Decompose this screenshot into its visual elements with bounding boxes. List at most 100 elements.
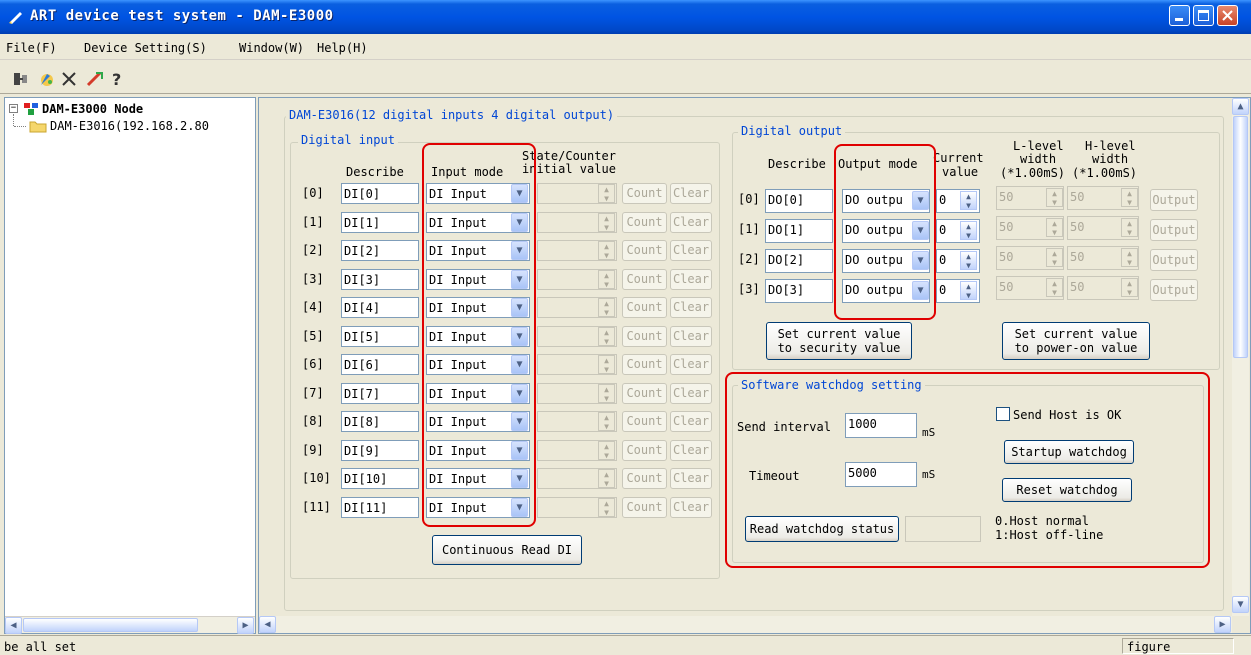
set-security-value-button[interactable]: Set current value to security value <box>766 322 912 360</box>
do-col-l-3: (*1.00mS) <box>1000 166 1066 180</box>
count-button: Count <box>622 183 667 204</box>
continuous-read-di-button[interactable]: Continuous Read DI <box>432 535 582 565</box>
close-button[interactable] <box>1217 5 1238 26</box>
di-col-state-2: initial value <box>522 162 616 176</box>
spin-icon: ▲ ▼ <box>598 241 615 260</box>
help-icon[interactable]: ? <box>108 70 126 88</box>
count-button: Count <box>622 439 667 461</box>
spin-icon[interactable]: ▲ ▼ <box>960 191 977 210</box>
disconnect-icon[interactable] <box>60 70 78 88</box>
spin-icon: ▲ ▼ <box>1121 188 1138 207</box>
clear-button: Clear <box>670 468 712 489</box>
window-title: ART device test system - DAM-E3000 <box>30 8 334 24</box>
main-horizontal-scrollbar[interactable]: ◀ ▶ <box>259 616 1232 633</box>
count-button: Count <box>622 496 667 518</box>
spin-icon: ▲ ▼ <box>1046 278 1063 297</box>
do-name-field[interactable]: DO[1] <box>765 219 833 243</box>
di-index: [3] <box>302 271 324 286</box>
di-name-field[interactable]: DI[8] <box>341 411 419 432</box>
di-name-field[interactable]: DI[10] <box>341 468 419 489</box>
do-col-describe: Describe <box>768 157 826 171</box>
di-name-field[interactable]: DI[1] <box>341 211 419 233</box>
spin-icon: ▲ ▼ <box>598 469 615 488</box>
di-name-field[interactable]: DI[9] <box>341 439 419 461</box>
watchdog-highlight <box>725 372 1210 568</box>
di-name-field[interactable]: DI[5] <box>341 325 419 347</box>
do-name-field[interactable]: DO[0] <box>765 189 833 213</box>
di-index: [1] <box>302 214 324 229</box>
do-name-field[interactable]: DO[2] <box>765 249 833 273</box>
di-name-field[interactable]: DI[11] <box>341 496 419 518</box>
title-bar[interactable]: ART device test system - DAM-E3000 <box>0 0 1251 34</box>
poweron-btn-line-1: Set current value <box>1014 327 1138 341</box>
scroll-right-button[interactable]: ▶ <box>237 617 254 634</box>
di-index: [2] <box>302 243 324 257</box>
spin-icon: ▲ ▼ <box>598 412 615 431</box>
poweron-btn-line-2: to power-on value <box>1014 341 1138 355</box>
scroll-right-button[interactable]: ▶ <box>1214 616 1231 633</box>
close-icon <box>1222 10 1233 21</box>
spin-icon: ▲ ▼ <box>598 269 615 289</box>
di-name-field[interactable]: DI[0] <box>341 183 419 204</box>
clear-button: Clear <box>670 268 712 290</box>
tree-horizontal-scrollbar[interactable]: ◀ ▶ <box>5 616 255 634</box>
status-panel: figure <box>1122 638 1234 654</box>
count-button: Count <box>622 297 667 318</box>
device-tree[interactable]: − DAM-E3000 Node DAM-E3016(192.168.2.80 … <box>4 97 256 634</box>
count-button: Count <box>622 268 667 290</box>
status-bar: be all set figure <box>0 635 1251 655</box>
scroll-left-button[interactable]: ◀ <box>5 617 22 634</box>
minimize-button[interactable] <box>1169 5 1190 26</box>
wizard-icon[interactable] <box>86 70 104 88</box>
di-name-field[interactable]: DI[2] <box>341 240 419 261</box>
collapse-toggle[interactable]: − <box>9 104 18 113</box>
maximize-button[interactable] <box>1193 5 1214 26</box>
set-poweron-value-button[interactable]: Set current value to power-on value <box>1002 322 1150 360</box>
tree-root-label[interactable]: DAM-E3000 Node <box>42 102 143 116</box>
spin-icon: ▲ ▼ <box>1046 218 1063 237</box>
spin-icon[interactable]: ▲ ▼ <box>960 251 977 270</box>
output-button: Output <box>1150 189 1198 211</box>
spin-icon: ▲ ▼ <box>1121 248 1138 267</box>
menu-help[interactable]: Help(H) <box>317 41 368 55</box>
scroll-down-button[interactable]: ▼ <box>1232 596 1249 613</box>
scroll-left-button[interactable]: ◀ <box>259 616 276 633</box>
spin-icon: ▲ ▼ <box>598 355 615 374</box>
di-index: [5] <box>302 328 324 343</box>
main-vertical-scrollbar[interactable]: ▲ ▼ <box>1232 98 1249 616</box>
tree-child-label[interactable]: DAM-E3016(192.168.2.80 <box>50 119 209 133</box>
menu-device-setting[interactable]: Device Setting(S) <box>84 41 207 55</box>
menu-bar: File(F) Device Setting(S) Window(W) Help… <box>0 34 1251 60</box>
scroll-up-button[interactable]: ▲ <box>1232 98 1249 115</box>
di-name-field[interactable]: DI[3] <box>341 268 419 290</box>
spin-icon[interactable]: ▲ ▼ <box>960 221 977 240</box>
clear-button: Clear <box>670 411 712 432</box>
do-name-field[interactable]: DO[3] <box>765 279 833 303</box>
tree-scroll-thumb[interactable] <box>23 618 198 632</box>
spin-icon: ▲ ▼ <box>598 497 615 517</box>
output-button: Output <box>1150 249 1198 271</box>
status-text: be all set <box>4 640 77 654</box>
di-name-field[interactable]: DI[6] <box>341 354 419 375</box>
di-col-describe: Describe <box>346 165 404 179</box>
paint-icon[interactable] <box>38 70 56 88</box>
menu-file[interactable]: File(F) <box>6 41 57 55</box>
di-name-field[interactable]: DI[7] <box>341 382 419 404</box>
count-button: Count <box>622 240 667 261</box>
di-col-state-1: State/Counter <box>522 149 616 163</box>
spin-icon: ▲ ▼ <box>598 212 615 232</box>
app-icon <box>9 12 22 24</box>
clear-button: Clear <box>670 325 712 347</box>
menu-window[interactable]: Window(W) <box>239 41 304 55</box>
di-index: [0] <box>302 186 324 200</box>
connect-icon[interactable] <box>12 70 30 88</box>
do-col-l-2: width <box>1020 152 1057 166</box>
spin-icon[interactable]: ▲ ▼ <box>960 281 977 300</box>
spin-icon: ▲ ▼ <box>1121 278 1138 297</box>
main-scroll-thumb[interactable] <box>1233 116 1248 358</box>
do-col-h-1: H-level <box>1085 139 1136 153</box>
clear-button: Clear <box>670 211 712 233</box>
count-button: Count <box>622 211 667 233</box>
di-name-field[interactable]: DI[4] <box>341 297 419 318</box>
clear-button: Clear <box>670 240 712 261</box>
